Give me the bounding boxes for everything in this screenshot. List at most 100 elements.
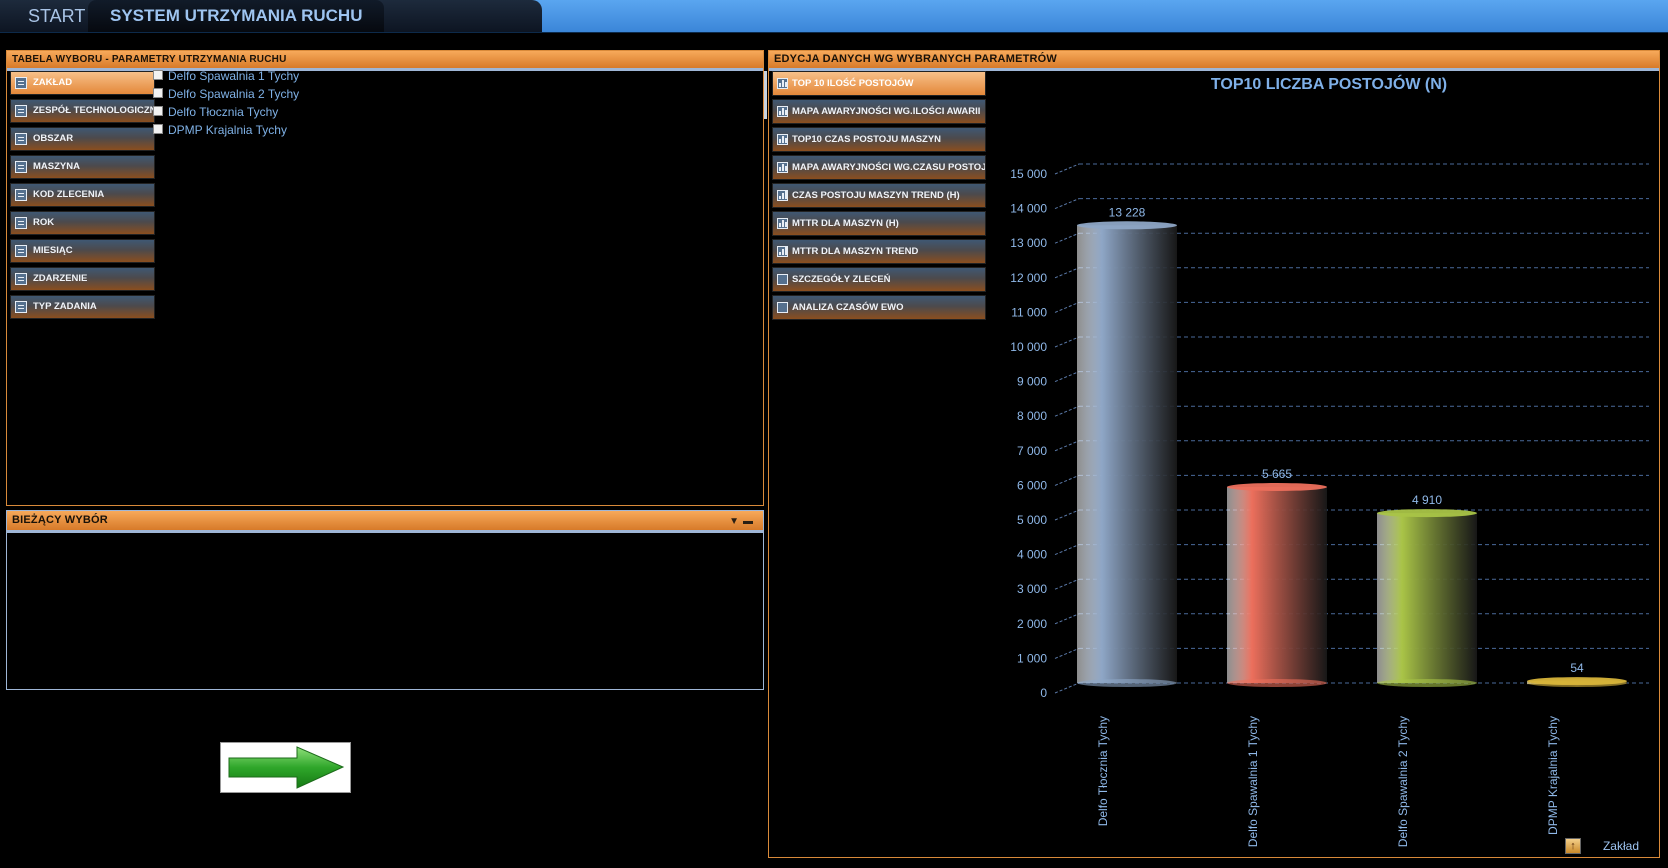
report-label: SZCZEGÓŁY ZLECEŃ [792,274,891,285]
line-chart-icon [777,190,788,201]
checkbox[interactable] [153,123,163,134]
y-tick-label: 14 000 [1010,202,1047,216]
slicer-miesiac[interactable]: MIESIĄC [10,239,155,263]
list-scrollbar[interactable] [764,71,767,119]
checkbox[interactable] [153,87,163,98]
slicer-zaklad[interactable]: ZAKŁAD [10,71,155,95]
grid-connector [1054,198,1080,210]
y-tick-label: 15 000 [1010,167,1047,181]
y-tick-label: 3 000 [1017,582,1047,596]
report-szczegoly-zlecen[interactable]: SZCZEGÓŁY ZLECEŃ [772,267,986,292]
slicer-kod-zlecenia[interactable]: KOD ZLECENIA [10,183,155,207]
grid-connector [1054,682,1080,694]
list-item-label: Delfo Tłocznia Tychy [168,105,279,119]
slicer-typ-zadania[interactable]: TYP ZADANIA [10,295,155,319]
y-tick-label: 2 000 [1017,617,1047,631]
x-tick-label: Delfo Spawalnia 1 Tychy [1246,716,1260,847]
slicer-label: KOD ZLECENIA [33,189,105,200]
list-item-delfo-spawalnia-2[interactable]: Delfo Spawalnia 2 Tychy [153,87,299,103]
data-label: 13 228 [1109,205,1146,219]
report-mttr-trend[interactable]: MTTR DLA MASZYN TREND [772,239,986,264]
x-tick-label: DPMP Krajalnia Tychy [1546,716,1560,835]
list-icon [15,133,27,145]
dropdown-icon[interactable]: ▼ [729,516,743,527]
slicer-label: ZESPÓŁ TECHNOLOGICZNY [33,105,155,116]
table-icon [777,302,788,313]
y-tick-label: 6 000 [1017,478,1047,492]
data-label: 5 665 [1262,467,1292,481]
bar-chart-icon [777,106,788,117]
bar-chart-icon [777,78,788,89]
grid-connector [1054,301,1080,313]
field-button-label[interactable]: Zakład [1603,839,1639,853]
y-tick-label: 9 000 [1017,375,1047,389]
grid-connector [1054,509,1080,521]
top-bar: START SYSTEM UTRZYMANIA RUCHU [0,0,1668,33]
current-selection-title: BIEŻĄCY WYBÓR [7,511,763,533]
grid-connector [1054,578,1080,590]
panel-controls: ▼▬ [729,516,757,527]
report-czas-postoju-trend[interactable]: CZAS POSTOJU MASZYN TREND (H) [772,183,986,208]
slicer-label: ZDARZENIE [33,273,88,284]
report-top10-ilosc-postojow[interactable]: TOP 10 ILOŚĆ POSTOJÓW [772,71,986,96]
data-label: 4 910 [1412,493,1442,507]
slicer-label: TYP ZADANIA [33,301,97,312]
slicer-label: ROK [33,217,55,228]
table-icon [777,274,788,285]
slicer-zespol-technologiczny[interactable]: ZESPÓŁ TECHNOLOGICZNY [10,99,155,123]
y-tick-label: 10 000 [1010,340,1047,354]
checkbox[interactable] [153,69,163,80]
grid-connector [1054,474,1080,486]
bar [1377,513,1477,683]
next-arrow-button[interactable] [220,742,351,793]
report-mapa-awaryjnosci-czas[interactable]: MAPA AWARYJNOŚCI WG.CZASU POSTOJU [772,155,986,180]
list-item-label: Delfo Spawalnia 1 Tychy [168,69,300,83]
list-icon [15,245,27,257]
list-icon [15,273,27,285]
tab-start[interactable]: START [28,0,85,32]
report-mapa-awaryjnosci-ilosc[interactable]: MAPA AWARYJNOŚCI WG.ILOŚCI AWARII [772,99,986,124]
tab-system-utrzymania-ruchu[interactable]: SYSTEM UTRZYMANIA RUCHU [88,0,385,32]
x-tick-label: Delfo Spawalnia 2 Tychy [1396,716,1410,847]
slicer-obszar[interactable]: OBSZAR [10,127,155,151]
bar [1227,486,1327,683]
report-label: CZAS POSTOJU MASZYN TREND (H) [792,190,960,201]
grid-connector [1054,267,1080,279]
y-tick-label: 0 [1040,686,1047,700]
slicer-label: MIESIĄC [33,245,73,256]
y-tick-label: 1 000 [1017,651,1047,665]
slicer-zdarzenie[interactable]: ZDARZENIE [10,267,155,291]
slicer-maszyna[interactable]: MASZYNA [10,155,155,179]
slicer-label: MASZYNA [33,161,80,172]
field-button-icon[interactable]: ↑ [1565,838,1581,854]
y-tick-label: 13 000 [1010,236,1047,250]
report-mttr-maszyn[interactable]: MTTR DLA MASZYN (H) [772,211,986,236]
y-tick-label: 12 000 [1010,271,1047,285]
checkbox[interactable] [153,105,163,116]
report-label: TOP10 CZAS POSTOJU MASZYN [792,134,942,145]
slicer-label: ZAKŁAD [33,77,73,88]
report-top10-czas-postoju[interactable]: TOP10 CZAS POSTOJU MASZYN [772,127,986,152]
report-label: TOP 10 ILOŚĆ POSTOJÓW [792,78,914,89]
report-label: MTTR DLA MASZYN (H) [792,218,899,229]
grid-connector [1054,544,1080,556]
minimize-icon[interactable]: ▬ [743,516,757,527]
x-tick-label: Delfo Tłocznia Tychy [1096,716,1110,826]
list-item-label: DPMP Krajalnia Tychy [168,123,287,137]
list-item-delfo-tlocznia[interactable]: Delfo Tłocznia Tychy [153,105,278,121]
list-item-delfo-spawalnia-1[interactable]: Delfo Spawalnia 1 Tychy [153,69,299,85]
grid-connector [1054,163,1080,175]
report-label: MAPA AWARYJNOŚCI WG.CZASU POSTOJU [792,162,986,173]
bar-base [1077,679,1177,687]
list-item-dpmp-krajalnia[interactable]: DPMP Krajalnia Tychy [153,123,287,139]
y-tick-label: 5 000 [1017,513,1047,527]
y-tick-label: 7 000 [1017,444,1047,458]
slicer-rok[interactable]: ROK [10,211,155,235]
report-label: MTTR DLA MASZYN TREND [792,246,919,257]
report-label: MAPA AWARYJNOŚCI WG.ILOŚCI AWARII [792,106,981,117]
chart-panel: EDYCJA DANYCH WG WYBRANYCH PARAMETRÓW TO… [768,50,1660,858]
report-analiza-czasow-ewo[interactable]: ANALIZA CZASÓW EWO [772,295,986,320]
grid-connector [1054,371,1080,383]
list-item-label: Delfo Spawalnia 2 Tychy [168,87,300,101]
bar-chart-icon [777,134,788,145]
